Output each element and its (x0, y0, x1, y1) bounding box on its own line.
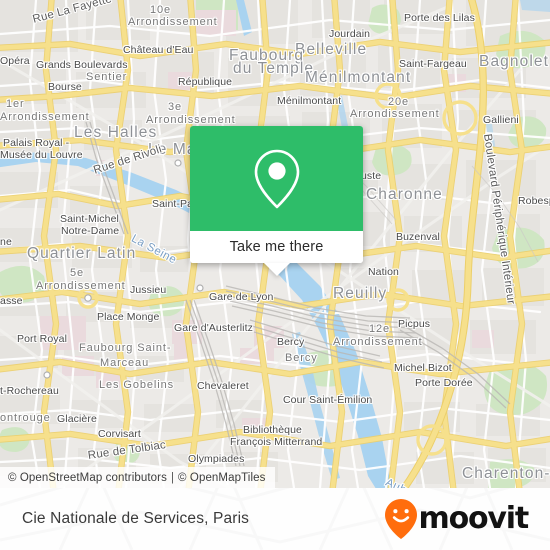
attribution-osm[interactable]: © OpenStreetMap contributors (8, 472, 167, 484)
popup-pointer-tail (263, 263, 290, 276)
moovit-wordmark: moovit (418, 501, 530, 536)
location-popup-card[interactable]: Take me there (190, 126, 363, 276)
bottom-info-bar: Cie Nationale de Services, Paris moovit (0, 488, 550, 550)
popup-footer[interactable]: Take me there (190, 231, 363, 263)
map-viewport[interactable]: .land { fill:#eceae7; } .block { fill:#e… (0, 0, 550, 488)
attribution-separator: | (170, 471, 175, 484)
popup-header (190, 126, 363, 231)
attribution-openmaptiles[interactable]: © OpenMapTiles (178, 472, 265, 484)
take-me-there-button[interactable]: Take me there (230, 239, 324, 255)
moovit-map-screenshot: .land { fill:#eceae7; } .block { fill:#e… (0, 0, 550, 550)
map-pin-icon (254, 149, 299, 208)
moovit-smiley-pin-icon (384, 499, 417, 539)
page-title: Cie Nationale de Services, Paris (22, 510, 250, 527)
map-attribution: © OpenStreetMap contributors | © OpenMap… (0, 467, 276, 488)
moovit-logo: moovit (384, 498, 530, 540)
